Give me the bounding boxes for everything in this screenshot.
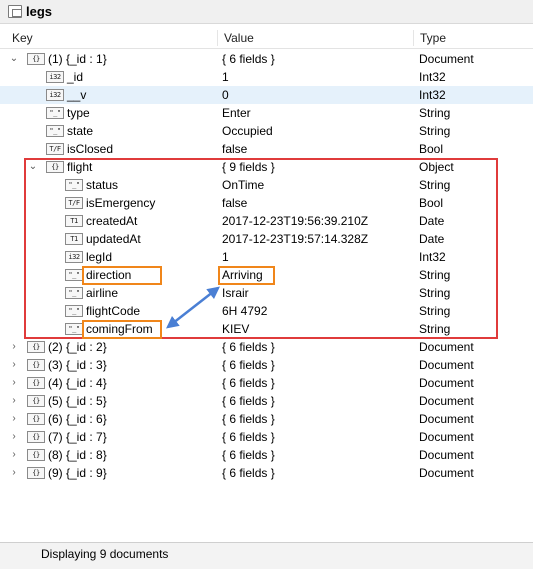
row-key: (6) {_id : 6}: [48, 412, 107, 426]
row-type: Document: [419, 412, 474, 426]
tree-row[interactable]: i32 __v 0 Int32: [0, 86, 533, 104]
direction-key-highlight: [82, 266, 162, 285]
row-value: { 6 fields }: [222, 430, 275, 444]
document-icon: {}: [27, 467, 45, 479]
chevron-right-icon[interactable]: ›: [9, 356, 19, 374]
row-type: Document: [419, 448, 474, 462]
tree-row[interactable]: ⌄ {} (1) {_id : 1} { 6 fields } Document: [0, 50, 533, 68]
row-value: { 6 fields }: [222, 412, 275, 426]
window-titlebar: legs: [0, 0, 533, 24]
document-icon: {}: [27, 449, 45, 461]
row-type: Document: [419, 394, 474, 408]
column-header: Key Value Type: [0, 27, 533, 49]
column-header-type[interactable]: Type: [414, 27, 446, 49]
row-type: Document: [419, 376, 474, 390]
collection-icon: [8, 5, 22, 18]
row-key: type: [67, 106, 90, 120]
row-key: _id: [67, 70, 84, 84]
document-icon: {}: [27, 53, 45, 65]
document-icon: {}: [27, 431, 45, 443]
chevron-right-icon[interactable]: ›: [9, 446, 19, 464]
document-icon: {}: [27, 341, 45, 353]
row-type: Bool: [419, 142, 444, 156]
row-type: Document: [419, 52, 474, 66]
document-icon: {}: [27, 395, 45, 407]
row-type: Document: [419, 340, 474, 354]
row-key: isClosed: [67, 142, 114, 156]
tree-row[interactable]: › {} (9) {_id : 9} { 6 fields } Document: [0, 464, 533, 482]
row-type: String: [419, 124, 451, 138]
tree-row[interactable]: "_" type Enter String: [0, 104, 533, 122]
chevron-down-icon[interactable]: ⌄: [9, 50, 19, 68]
row-type: Int32: [419, 88, 446, 102]
row-value: { 6 fields }: [222, 448, 275, 462]
row-key: (3) {_id : 3}: [48, 358, 107, 372]
chevron-right-icon[interactable]: ›: [9, 428, 19, 446]
row-type: Document: [419, 358, 474, 372]
document-icon: {}: [27, 413, 45, 425]
int32-icon: i32: [46, 71, 64, 83]
document-icon: {}: [27, 359, 45, 371]
chevron-right-icon[interactable]: ›: [9, 374, 19, 392]
chevron-right-icon[interactable]: ›: [9, 338, 19, 356]
bool-icon: T/F: [46, 143, 64, 155]
tree-row[interactable]: › {} (4) {_id : 4} { 6 fields } Document: [0, 374, 533, 392]
row-value: Enter: [222, 106, 251, 120]
tree-row[interactable]: › {} (2) {_id : 2} { 6 fields } Document: [0, 338, 533, 356]
column-header-value[interactable]: Value: [218, 27, 254, 49]
tree-row[interactable]: › {} (7) {_id : 7} { 6 fields } Document: [0, 428, 533, 446]
string-icon: "_": [46, 125, 64, 137]
row-type: Int32: [419, 70, 446, 84]
tree-row[interactable]: › {} (6) {_id : 6} { 6 fields } Document: [0, 410, 533, 428]
flight-highlight-box: [24, 158, 498, 339]
row-type: Document: [419, 466, 474, 480]
chevron-right-icon[interactable]: ›: [9, 392, 19, 410]
tree-row[interactable]: "_" state Occupied String: [0, 122, 533, 140]
tree-row[interactable]: i32 _id 1 Int32: [0, 68, 533, 86]
row-value: { 6 fields }: [222, 358, 275, 372]
row-value: Occupied: [222, 124, 273, 138]
row-value: { 6 fields }: [222, 52, 275, 66]
tree-row[interactable]: › {} (8) {_id : 8} { 6 fields } Document: [0, 446, 533, 464]
column-header-key[interactable]: Key: [6, 27, 33, 49]
row-value: { 6 fields }: [222, 376, 275, 390]
window-title: legs: [26, 4, 53, 19]
row-value: 1: [222, 70, 229, 84]
tree-row[interactable]: T/F isClosed false Bool: [0, 140, 533, 158]
row-value: { 6 fields }: [222, 394, 275, 408]
row-value: false: [222, 142, 248, 156]
row-key: (2) {_id : 2}: [48, 340, 107, 354]
row-type: String: [419, 106, 451, 120]
row-value: { 6 fields }: [222, 340, 275, 354]
row-key: (8) {_id : 8}: [48, 448, 107, 462]
row-key: (5) {_id : 5}: [48, 394, 107, 408]
tree-row[interactable]: › {} (3) {_id : 3} { 6 fields } Document: [0, 356, 533, 374]
status-text: Displaying 9 documents: [41, 547, 169, 561]
document-icon: {}: [27, 377, 45, 389]
direction-value-highlight: [218, 266, 275, 285]
row-key: (7) {_id : 7}: [48, 430, 107, 444]
comingfrom-key-highlight: [82, 320, 162, 339]
status-bar: Displaying 9 documents: [0, 542, 533, 569]
row-key: __v: [67, 88, 87, 102]
int32-icon: i32: [46, 89, 64, 101]
string-icon: "_": [46, 107, 64, 119]
chevron-right-icon[interactable]: ›: [9, 464, 19, 482]
row-key: (4) {_id : 4}: [48, 376, 107, 390]
row-value: { 6 fields }: [222, 466, 275, 480]
row-type: Document: [419, 430, 474, 444]
row-value: 0: [222, 88, 229, 102]
row-key: (1) {_id : 1}: [48, 52, 107, 66]
chevron-right-icon[interactable]: ›: [9, 410, 19, 428]
tree-row[interactable]: › {} (5) {_id : 5} { 6 fields } Document: [0, 392, 533, 410]
row-key: state: [67, 124, 94, 138]
row-key: (9) {_id : 9}: [48, 466, 107, 480]
